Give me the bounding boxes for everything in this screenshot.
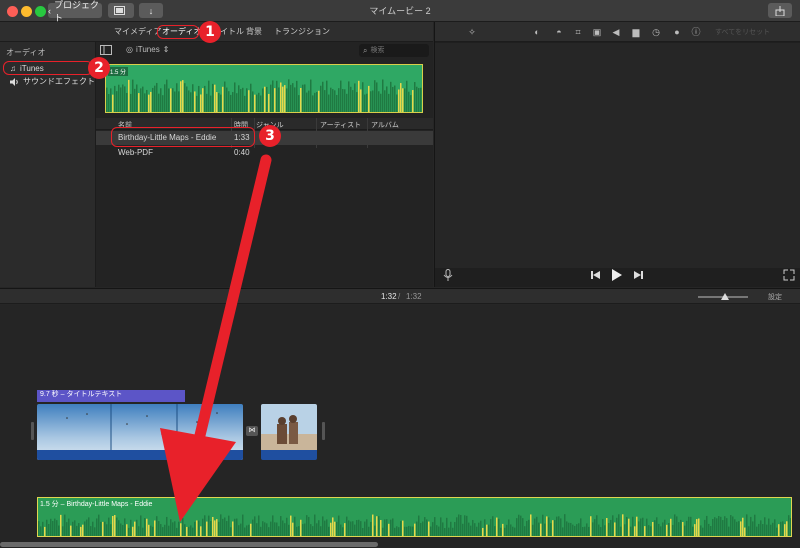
drag-arrow-head xyxy=(160,428,236,522)
drag-arrow-shaft xyxy=(190,154,272,458)
drag-arrow xyxy=(160,154,272,522)
